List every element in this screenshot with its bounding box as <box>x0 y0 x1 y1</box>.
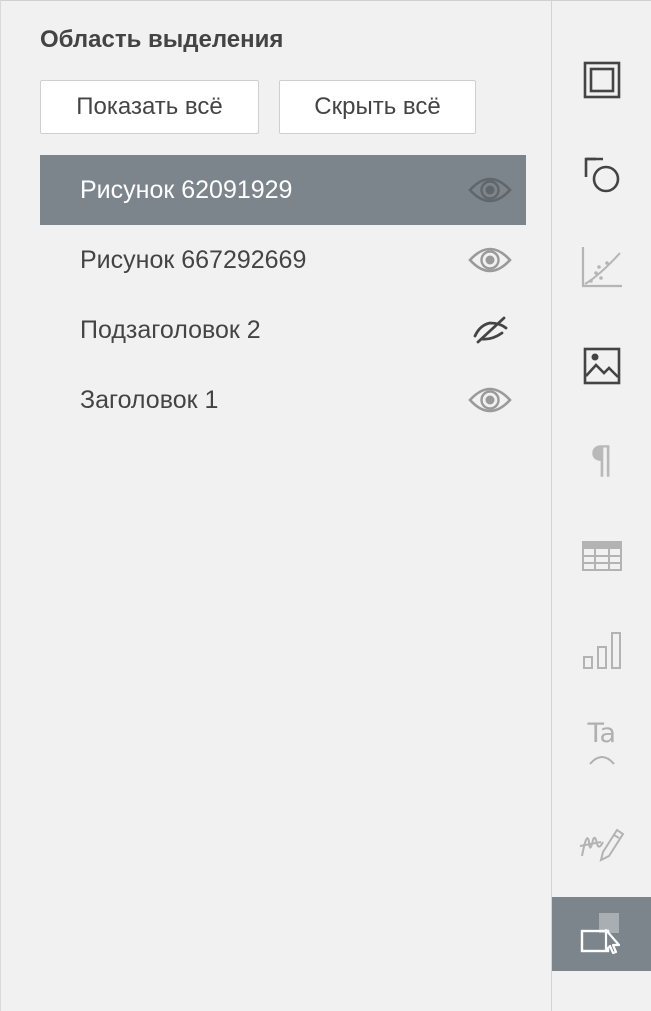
image-settings-icon <box>583 347 620 385</box>
selection-pane-icon <box>580 913 620 955</box>
object-row[interactable]: Рисунок 667292669 <box>40 225 526 295</box>
paragraph-settings-button[interactable]: ¶ <box>552 423 651 497</box>
object-list: Рисунок 62091929 Рисунок 667292669 Подза… <box>40 155 526 435</box>
text-art-settings-button[interactable]: Ta <box>552 706 651 780</box>
eye-icon[interactable] <box>468 382 512 418</box>
eye-icon[interactable] <box>468 172 512 208</box>
paragraph-icon: ¶ <box>589 438 614 482</box>
text-art-icon: Ta <box>582 720 622 766</box>
hide-all-button[interactable]: Скрыть всё <box>279 80 476 134</box>
object-label: Рисунок 667292669 <box>80 246 307 274</box>
object-row[interactable]: Рисунок 62091929 <box>40 155 526 225</box>
table-settings-icon <box>581 541 622 571</box>
selection-pane: Область выделения Показать всё Скрыть вс… <box>0 0 551 1011</box>
signature-icon <box>579 828 624 862</box>
shape-settings-button[interactable] <box>552 138 651 212</box>
chart-settings-icon <box>581 247 622 288</box>
chart-bar-icon <box>582 632 621 669</box>
object-label: Рисунок 62091929 <box>80 176 293 204</box>
image-settings-button[interactable] <box>552 329 651 403</box>
object-label: Заголовок 1 <box>80 386 219 414</box>
eye-icon[interactable] <box>468 242 512 278</box>
chart-settings-button[interactable] <box>552 230 651 304</box>
table-settings-button[interactable] <box>552 519 651 593</box>
eye-hidden-icon[interactable] <box>468 312 512 348</box>
slide-settings-icon <box>583 61 620 99</box>
slide-settings-button[interactable] <box>552 43 651 117</box>
selection-pane-button[interactable] <box>552 897 651 971</box>
show-all-button[interactable]: Показать всё <box>40 80 259 134</box>
panel-title: Область выделения <box>40 26 284 53</box>
signature-settings-button[interactable] <box>552 805 651 879</box>
right-toolbar: ¶ Ta <box>552 0 651 1011</box>
object-row[interactable]: Заголовок 1 <box>40 365 526 435</box>
object-row[interactable]: Подзаголовок 2 <box>40 295 526 365</box>
shape-settings-icon <box>584 157 619 193</box>
chart-bar-settings-button[interactable] <box>552 613 651 687</box>
object-label: Подзаголовок 2 <box>80 316 261 344</box>
